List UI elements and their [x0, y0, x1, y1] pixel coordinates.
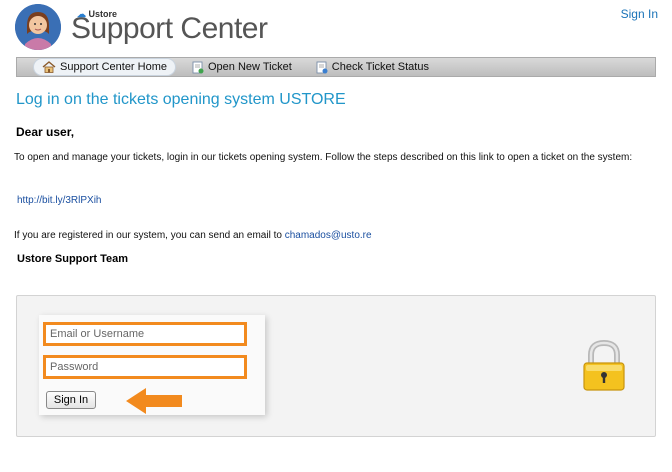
- signature: Ustore Support Team: [17, 253, 129, 265]
- login-panel: Sign In: [16, 295, 656, 437]
- new-ticket-icon: [192, 61, 204, 73]
- arrow-left-icon: [126, 388, 182, 414]
- nav-label: Support Center Home: [60, 61, 167, 73]
- support-email-link[interactable]: chamados@usto.re: [285, 230, 372, 241]
- ticket-status-icon: [316, 61, 328, 73]
- greeting: Dear user,: [16, 125, 75, 139]
- sign-in-button[interactable]: Sign In: [46, 391, 96, 409]
- header: ☁ Ustore Support Center Sign In: [0, 0, 672, 56]
- nav-open-new-ticket[interactable]: Open New Ticket: [184, 58, 300, 76]
- nav-label: Open New Ticket: [208, 61, 292, 73]
- nav-label: Check Ticket Status: [331, 61, 429, 73]
- login-form: Sign In: [39, 315, 265, 415]
- brand-title: Support Center: [71, 12, 268, 45]
- email-username-input[interactable]: [43, 322, 247, 346]
- nav-support-center-home[interactable]: Support Center Home: [33, 58, 176, 76]
- page-title: Log in on the tickets opening system UST…: [16, 91, 346, 108]
- nav-check-ticket-status[interactable]: Check Ticket Status: [308, 58, 437, 76]
- instructions-link[interactable]: http://bit.ly/3RlPXih: [17, 195, 101, 206]
- password-input[interactable]: [43, 355, 247, 379]
- lock-icon: [583, 340, 625, 391]
- email-text: If you are registered in our system, you…: [14, 230, 372, 241]
- sign-in-link[interactable]: Sign In: [621, 7, 658, 21]
- instructions-text: To open and manage your tickets, login i…: [14, 152, 633, 163]
- avatar: [15, 4, 61, 50]
- home-icon: [42, 61, 56, 73]
- nav-bar: Support Center Home Open New Ticket Chec…: [16, 57, 656, 77]
